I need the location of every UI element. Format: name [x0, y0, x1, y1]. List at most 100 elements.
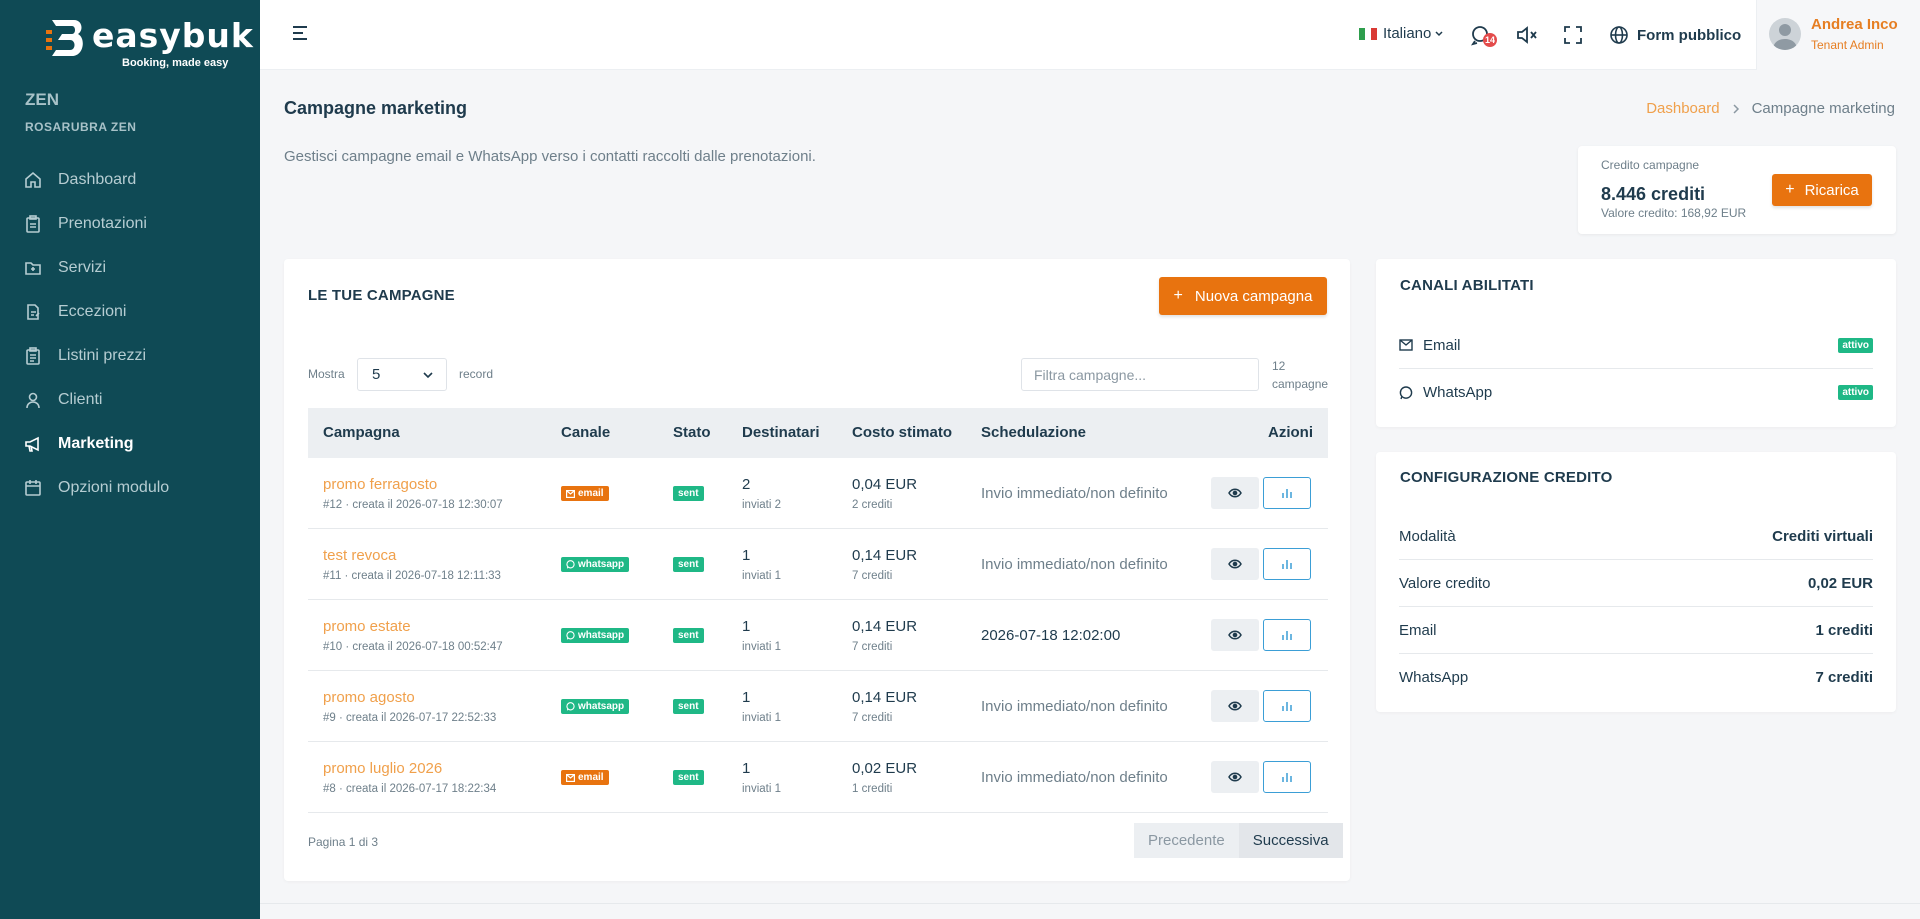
breadcrumb-dashboard[interactable]: Dashboard	[1646, 100, 1719, 117]
sidebar-item-label: Eccezioni	[58, 303, 127, 320]
view-button[interactable]	[1211, 761, 1259, 793]
stats-button[interactable]	[1263, 761, 1311, 793]
view-button[interactable]	[1211, 619, 1259, 651]
eye-icon	[1228, 630, 1242, 640]
sidebar-nav: Dashboard Prenotazioni Servizi Eccezioni…	[0, 158, 260, 510]
stats-button[interactable]	[1263, 477, 1311, 509]
col-channel[interactable]: Canale	[561, 424, 610, 441]
breadcrumb-current: Campagne marketing	[1751, 100, 1895, 117]
menu-toggle-icon[interactable]	[290, 22, 312, 44]
sidebar-item-listini-prezzi[interactable]: Listini prezzi	[0, 334, 260, 378]
page-subtitle: Gestisci campagne email e WhatsApp verso…	[284, 148, 816, 165]
bar-chart-icon	[1282, 489, 1292, 498]
recharge-button[interactable]: + Ricarica	[1772, 174, 1872, 206]
view-button[interactable]	[1211, 477, 1259, 509]
campaign-name-link[interactable]: promo luglio 2026	[323, 760, 442, 777]
public-form-link[interactable]: Form pubblico	[1609, 25, 1741, 45]
fullscreen-icon[interactable]	[1562, 24, 1584, 46]
whatsapp-icon	[1399, 385, 1413, 399]
sidebar-item-opzioni-modulo[interactable]: Opzioni modulo	[0, 466, 260, 510]
config-value: 1 crediti	[1815, 621, 1873, 639]
sent-value: inviati 1	[742, 712, 781, 724]
col-recipients[interactable]: Destinatari	[742, 424, 820, 441]
next-page-button[interactable]: Successiva	[1238, 823, 1343, 858]
status-badge: sent	[673, 628, 704, 643]
status-badge: sent	[673, 770, 704, 785]
col-cost[interactable]: Costo stimato	[852, 424, 952, 441]
stats-button[interactable]	[1263, 690, 1311, 722]
globe-icon	[1610, 26, 1628, 44]
show-label: Mostra	[308, 367, 345, 381]
table-row: test revoca #11 · creata il 2026-07-18 1…	[308, 529, 1328, 600]
config-row: Valore credito 0,02 EUR	[1399, 560, 1873, 607]
credit-value: Valore credito: 168,92 EUR	[1601, 206, 1747, 220]
bar-chart-icon	[1282, 773, 1292, 782]
campaign-name-link[interactable]: promo agosto	[323, 689, 415, 706]
page-size-select[interactable]: 5	[357, 358, 447, 391]
brand-tagline: Booking, made easy	[122, 57, 229, 69]
view-button[interactable]	[1211, 690, 1259, 722]
schedule-value: 2026-07-18 12:02:00	[981, 627, 1121, 644]
clipboard-list-icon	[26, 347, 40, 365]
new-campaign-button[interactable]: + Nuova campagna	[1159, 277, 1327, 315]
col-schedule[interactable]: Schedulazione	[981, 424, 1086, 441]
schedule-value: Invio immediato/non definito	[981, 556, 1168, 573]
credit-summary: Credito campagne 8.446 crediti Valore cr…	[1578, 146, 1896, 234]
previous-page-button[interactable]: Precedente	[1134, 823, 1239, 858]
sent-value: inviati 1	[742, 570, 781, 582]
megaphone-icon	[25, 436, 39, 452]
col-campaign[interactable]: Campagna	[323, 424, 400, 441]
language-selector[interactable]: Italiano	[1359, 25, 1444, 42]
channel-badge: whatsapp	[561, 628, 630, 643]
mail-icon	[566, 489, 575, 498]
chevron-right-icon	[1733, 103, 1739, 114]
eye-icon	[1228, 701, 1242, 711]
logo-mark-icon	[46, 20, 83, 56]
config-label: WhatsApp	[1399, 669, 1469, 686]
sidebar-item-dashboard[interactable]: Dashboard	[0, 158, 260, 202]
page-title: Campagne marketing	[284, 98, 468, 118]
user-menu[interactable]: Andrea Inco Tenant Admin	[1756, 0, 1920, 70]
schedule-value: Invio immediato/non definito	[981, 769, 1168, 786]
calendar-icon	[25, 480, 41, 496]
stats-button[interactable]	[1263, 619, 1311, 651]
channel-badge: email	[561, 770, 609, 785]
credits-value: 2 crediti	[852, 499, 893, 511]
credit-amount: 8.446 crediti	[1601, 184, 1706, 204]
sidebar-item-clienti[interactable]: Clienti	[0, 378, 260, 422]
eye-icon	[1228, 559, 1242, 569]
recipients-value: 2	[742, 476, 751, 493]
table-row: promo agosto #9 · creata il 2026-07-17 2…	[308, 671, 1328, 742]
whatsapp-icon	[566, 631, 575, 640]
config-value: 0,02 EUR	[1807, 574, 1873, 592]
stats-button[interactable]	[1263, 548, 1311, 580]
campaign-name-link[interactable]: test revoca	[323, 547, 396, 564]
sidebar-item-eccezioni[interactable]: Eccezioni	[0, 290, 260, 334]
view-button[interactable]	[1211, 548, 1259, 580]
language-label: Italiano	[1383, 25, 1432, 42]
whatsapp-icon	[566, 560, 575, 569]
sidebar-item-label: Dashboard	[58, 171, 137, 188]
app-logo[interactable]: easybuk Booking, made easy	[46, 16, 253, 72]
table-header: Campagna Canale Stato Destinatari Costo …	[308, 408, 1328, 458]
campaign-name-link[interactable]: promo ferragosto	[323, 476, 437, 493]
cost-value: 0,04 EUR	[852, 476, 918, 493]
channel-label: whatsapp	[578, 559, 625, 570]
filter-input[interactable]	[1021, 358, 1259, 391]
recharge-label: Ricarica	[1804, 181, 1859, 199]
schedule-value: Invio immediato/non definito	[981, 485, 1168, 502]
campaign-name-link[interactable]: promo estate	[323, 618, 411, 635]
sound-off-icon[interactable]	[1516, 24, 1538, 46]
sidebar-item-label: Prenotazioni	[58, 215, 147, 232]
status-badge: sent	[673, 486, 704, 501]
status-badge: attivo	[1838, 385, 1873, 400]
clipboard-icon	[26, 215, 40, 233]
sidebar-item-prenotazioni[interactable]: Prenotazioni	[0, 202, 260, 246]
sidebar-item-servizi[interactable]: Servizi	[0, 246, 260, 290]
sidebar-item-marketing[interactable]: Marketing	[0, 422, 260, 466]
whatsapp-icon	[566, 702, 575, 711]
col-status[interactable]: Stato	[673, 424, 711, 441]
new-campaign-label: Nuova campagna	[1194, 287, 1313, 305]
user-icon	[26, 392, 40, 409]
home-icon	[25, 171, 41, 188]
